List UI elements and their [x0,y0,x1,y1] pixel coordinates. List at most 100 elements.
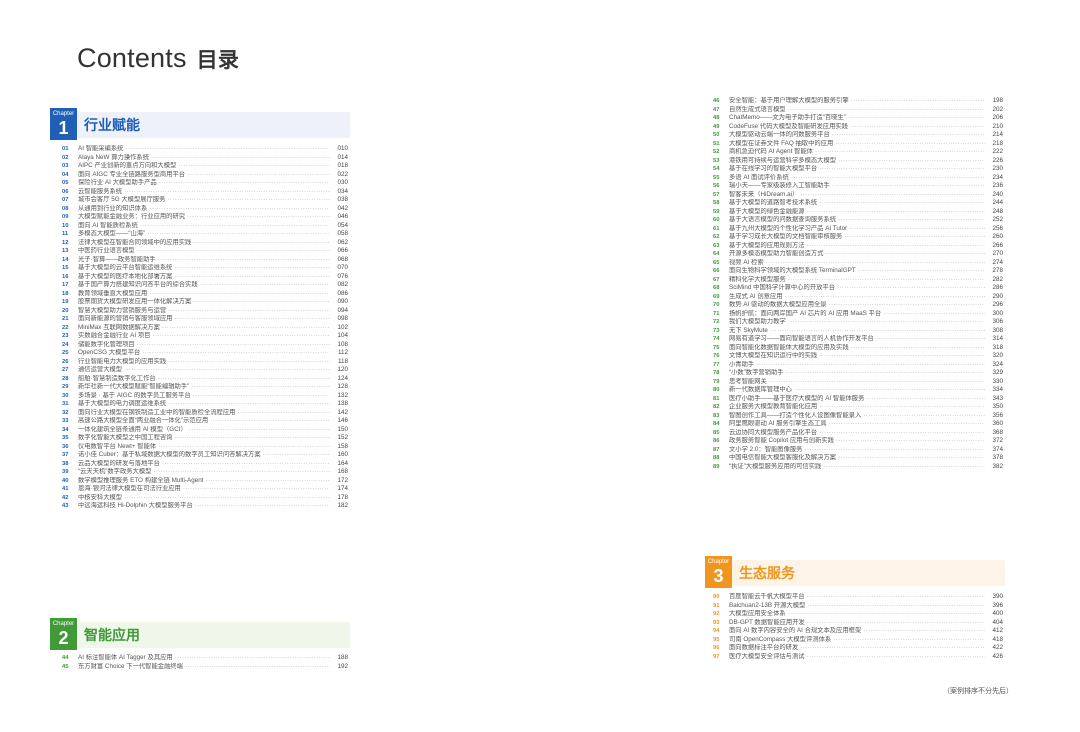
toc-entry[interactable]: 06 云智能服务系统034 [62,187,348,196]
toc-entry[interactable]: 82 企业服务大模型教育智能化应用350 [713,403,1003,412]
toc-entry[interactable]: 56 瑞小天——专家级装修入工智能助手236 [713,182,1003,191]
toc-entry[interactable]: 40 数学模型推理服务 ETO 构建全链 Multi-Agent172 [62,476,348,485]
toc-entry[interactable]: 09 大模型赋能金融业务：行业应用的研究046 [62,213,348,222]
toc-entry[interactable]: 94 面向 AI 数字内容安全的 AI 合规文本及应用框架412 [713,627,1003,636]
toc-entry[interactable]: 79 思考智能网关330 [713,377,1003,386]
toc-entry[interactable]: 20 智慧大模型助力营销服务与运营094 [62,306,348,315]
entry-title: “执证”大模型服务应用的可信实践 [729,463,991,472]
toc-entry[interactable]: 85 云边协同大模型服务产品化平台368 [713,428,1003,437]
toc-entry[interactable]: 52 商机急迫代码 AI Agent 智能体222 [713,148,1003,157]
toc-entry[interactable]: 17 基于国产算力搭建知识问答平台的综合实践082 [62,281,348,290]
toc-entry[interactable]: 49 CodeFuse 代码大模型及智能研发应用实践210 [713,122,1003,131]
toc-entry[interactable]: 43 中远海运科技 Hi-Dolphin 大模型服务平台182 [62,502,348,511]
toc-entry[interactable]: 90 百度智能云千帆大模型平台390 [713,593,1003,602]
toc-entry[interactable]: 21 面向新能源的营销与客服领域应用098 [62,315,348,324]
toc-entry[interactable]: 86 政务服务智能 Copilot 应用与创新实践372 [713,437,1003,446]
toc-entry[interactable]: 08 从通用到行业的知识体系042 [62,204,348,213]
toc-entry[interactable]: 80 新一代数据库管理中心334 [713,386,1003,395]
toc-entry[interactable]: 16 基于大模型的医疗本地化部署方案076 [62,272,348,281]
toc-entry[interactable]: 50 大模型驱动云端一体的问数服务平台214 [713,131,1003,140]
toc-entry[interactable]: 67 精科化学大模型服务282 [713,275,1003,284]
toc-entry[interactable]: 14 光子·智算——政务智能助手068 [62,255,348,264]
toc-entry[interactable]: 37 诺小佳 Cuber：基于私域数据大模型的数字员工知识问答解决方案160 [62,451,348,460]
toc-entry[interactable]: 42 中核安科大模型178 [62,493,348,502]
toc-entry[interactable]: 92 大模型应用安全体系400 [713,610,1003,619]
toc-entry[interactable]: 66 面向生物科学领域的大模型系统 TerminalGPT278 [713,267,1003,276]
toc-entry[interactable]: 28 船舶·智慧制造数字化工作台124 [62,374,348,383]
toc-entry[interactable]: 41 恩海·银河法律大模型在司法行业应用174 [62,485,348,494]
toc-entry[interactable]: 57 智客未来（HiDream.ai）240 [713,190,1003,199]
toc-entry[interactable]: 89 “执证”大模型服务应用的可信实践382 [713,462,1003,472]
toc-entry[interactable]: 77 小青助手324 [713,360,1003,369]
toc-entry[interactable]: 22 MiniMax 互联网数据解决方案102 [62,323,348,332]
toc-entry[interactable]: 65 视频 AI 检索274 [713,258,1003,267]
toc-entry[interactable]: 97 医疗大模型安全评估与测试426 [713,652,1003,661]
toc-entry[interactable]: 31 基于大模型的电力调度运维系统138 [62,400,348,409]
toc-entry[interactable]: 53 港铁用可持续与运营科学多模态大模型226 [713,156,1003,165]
toc-entry[interactable]: 76 文博大模型在知识运行中的实践320 [713,352,1003,361]
toc-entry[interactable]: 84 阿里鹰眼驱动 AI 服务引擎生态工具360 [713,420,1003,429]
toc-entry[interactable]: 96 面向数据标注平台的研发422 [713,644,1003,653]
toc-entry[interactable]: 51 大模型在证券文件 FAQ 抽取中的应用218 [713,139,1003,148]
toc-entry[interactable]: 19 股票期货大模型研发应用一体化解决方案090 [62,298,348,307]
entry-number: 50 [713,132,720,138]
toc-entry[interactable]: 60 基于大语言模型的问数据查询服务系统252 [713,216,1003,225]
toc-entry[interactable]: 61 基于九州大模型的个性化学习产品 AI Tutor256 [713,224,1003,233]
toc-entry[interactable]: 10 面向 AI 智能质检系统054 [62,221,348,230]
toc-entry[interactable]: 02 Alaya NeW 算力操作系统014 [62,153,348,162]
toc-entry[interactable]: 05 保险行业 AI 大模型助手产品030 [62,179,348,188]
toc-entry[interactable]: 26 行业智能电力大模型的应用实践118 [62,357,348,366]
toc-entry[interactable]: 62 基于学习成长大模型的文档智能审核服务260 [713,233,1003,242]
toc-entry[interactable]: 32 面向行业大模型在钢铁制造工业中的智能质检全流程应用142 [62,408,348,417]
toc-entry[interactable]: 48 ChatMemo——文为电子助手打造“百晓生”206 [713,114,1003,123]
entry-title: 储能数字化管理项目 [78,341,336,350]
toc-entry[interactable]: 25 OpenCSG 大模型平台112 [62,349,348,358]
toc-entry[interactable]: 69 生成式 AI 创意应用290 [713,292,1003,301]
toc-entry[interactable]: 33 高速公路大模型全面“两业融合一体化”示范应用146 [62,417,348,426]
toc-entry[interactable]: 70 数势 AI 驱动的数据大模型应用全景296 [713,301,1003,310]
toc-entry[interactable]: 54 基于在线学习的智能大模型平台230 [713,165,1003,174]
toc-entry[interactable]: 95 司南 OpenCompass 大模型评测体系418 [713,635,1003,644]
toc-entry[interactable]: 78 “小数”数字营销助手329 [713,369,1003,378]
toc-entry[interactable]: 15 基于大模型的云平台智能运维系统070 [62,264,348,273]
toc-entry[interactable]: 39 “云天天机”数字政务大模型168 [62,468,348,477]
toc-entry[interactable]: 01 AI 智能采编系统010 [62,145,348,154]
toc-entry[interactable]: 93 DB-GPT 数据智能应用开发404 [713,618,1003,627]
toc-entry[interactable]: 18 教育领域垂直大模型应用086 [62,289,348,298]
toc-entry[interactable]: 27 通信运营大模型120 [62,366,348,375]
toc-entry[interactable]: 44 AI 标注智能体 AI Tagger 及其应用188 [62,654,348,663]
toc-entry[interactable]: 46 安全智能：基于用户理解大模型的服务引擎198 [713,97,1003,106]
toc-entry[interactable]: 36 仪电数智平台 Newt+ 智能体158 [62,442,348,451]
toc-entry[interactable]: 23 实数融合金融行业 AI 项目104 [62,332,348,341]
toc-entry[interactable]: 29 新华社新一代大模型赋能“智能编辑助手”128 [62,383,348,392]
toc-entry[interactable]: 55 多语 AI 面试评价系统234 [713,173,1003,182]
toc-entry[interactable]: 64 开源多模态模型助力智能创造方式270 [713,250,1003,259]
toc-entry[interactable]: 13 中医药行业语言模型066 [62,247,348,256]
toc-entry[interactable]: 87 文小学 2.0：智能图像服务374 [713,445,1003,454]
toc-entry[interactable]: 03 AIPC 产业创新的重点方向和大模型018 [62,162,348,171]
toc-entry[interactable]: 63 基于大模型的应用规则方法266 [713,241,1003,250]
toc-entry[interactable]: 68 SciMind 中国科学计算中心的开放平台286 [713,284,1003,293]
toc-entry[interactable]: 38 云品大模型的研发与落地平台164 [62,459,348,468]
toc-entry[interactable]: 12 法律大模型在智能合同领域中的应用实践062 [62,238,348,247]
toc-entry[interactable]: 81 医疗小助手——基于医疗大模型的 AI 智能体服务343 [713,394,1003,403]
toc-entry[interactable]: 59 基于大模型的绿色金融能源248 [713,207,1003,216]
toc-entry[interactable]: 07 城市会客厅 5G 大模型展厅服务038 [62,196,348,205]
toc-entry[interactable]: 24 储能数字化管理项目108 [62,340,348,350]
toc-entry[interactable]: 75 面向智能化数据智能体大模型的应用及实践318 [713,343,1003,352]
toc-entry[interactable]: 72 我们大模型助力教学306 [713,318,1003,327]
toc-entry[interactable]: 83 智图创作工具——打造个性化人设图像智能录入356 [713,411,1003,420]
toc-entry[interactable]: 71 扬帆护航：面向两岸国产 AI 芯片的 AI 应用 MaaS 平台300 [713,309,1003,318]
toc-entry[interactable]: 04 面向 AIGC 专业全链路服务型商用平台022 [62,170,348,179]
toc-entry[interactable]: 30 多场景 · 基于 AIGC 的数字员工服务平台132 [62,391,348,400]
toc-entry[interactable]: 91 Baichuan2-13B 开源大模型396 [713,601,1003,610]
toc-entry[interactable]: 45 东方财富 Choice 下一代智能金融终端192 [62,662,348,671]
toc-entry[interactable]: 88 中国电信智能大模型客服化及解决方案378 [713,454,1003,463]
toc-entry[interactable]: 47 自然生成式语言模型202 [713,105,1003,114]
toc-entry[interactable]: 73 无下 SkyMute308 [713,326,1003,335]
toc-entry[interactable]: 34 一体化建筑全链条通用 AI 模型（GCI）150 [62,425,348,434]
toc-entry[interactable]: 58 基于大模型的道路智考技术系统244 [713,199,1003,208]
toc-entry[interactable]: 35 数字化智能大模型之中国工程咨询152 [62,434,348,443]
toc-entry[interactable]: 11 多模态大模型——“山海”058 [62,230,348,239]
toc-entry[interactable]: 74 网易有道学习——面向智能语言的人机协作开发平台314 [713,335,1003,344]
